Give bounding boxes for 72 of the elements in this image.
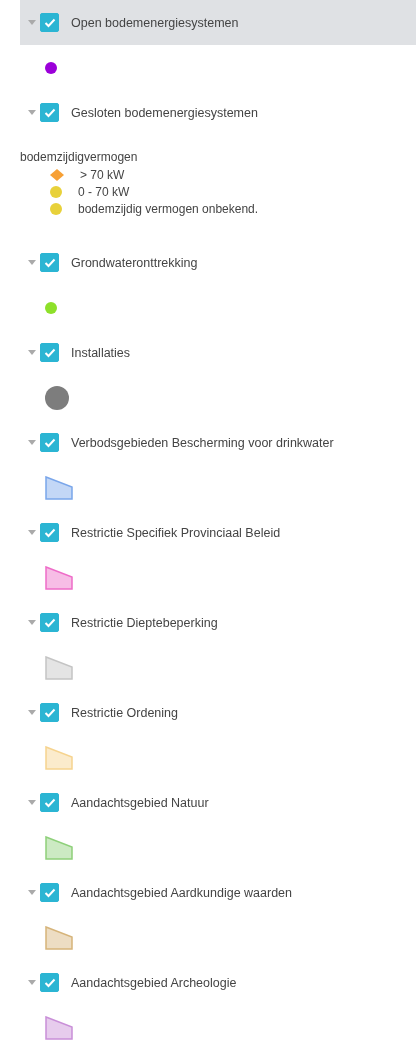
polygon-symbol	[45, 475, 73, 500]
polygon-symbol	[45, 745, 73, 770]
caret-icon[interactable]	[28, 980, 36, 985]
diamond-symbol	[50, 168, 64, 181]
polygon-symbol	[45, 565, 73, 590]
check-icon	[43, 797, 56, 808]
dot-symbol	[45, 301, 57, 314]
layer-name: Aandachtsgebied Natuur	[71, 795, 209, 810]
layer-name: Gesloten bodemenergiesystemen	[71, 105, 258, 120]
check-icon	[43, 107, 56, 118]
layer-row[interactable]: Gesloten bodemenergiesystemen	[20, 90, 416, 135]
checkbox[interactable]	[40, 793, 59, 812]
dot-symbol	[45, 61, 57, 74]
layer-row[interactable]: Restrictie Specifiek Provinciaal Beleid	[20, 510, 416, 555]
layer-name: Open bodemenergiesystemen	[71, 15, 239, 30]
check-icon	[43, 527, 56, 538]
checkbox[interactable]	[40, 253, 59, 272]
caret-icon[interactable]	[28, 800, 36, 805]
checkbox[interactable]	[40, 13, 59, 32]
layer-name: Restrictie Specifiek Provinciaal Beleid	[71, 525, 281, 540]
legend-label: bodemzijdig vermogen onbekend.	[78, 201, 259, 216]
check-icon	[43, 977, 56, 988]
layer-row[interactable]: Open bodemenergiesystemen	[20, 0, 416, 45]
check-icon	[43, 437, 56, 448]
checkbox[interactable]	[40, 103, 59, 122]
layer-row[interactable]: Installaties	[20, 330, 416, 375]
checkbox[interactable]	[40, 343, 59, 362]
checkbox[interactable]	[40, 523, 59, 542]
checkbox[interactable]	[40, 613, 59, 632]
layer-name: Restrictie Dieptebeperking	[71, 615, 218, 630]
check-icon	[43, 347, 56, 358]
caret-icon[interactable]	[28, 710, 36, 715]
layer-name: Aandachtsgebied Archeologie	[71, 975, 237, 990]
layer-row[interactable]: Aandachtsgebied Aardkundige waarden	[20, 870, 416, 915]
polygon-symbol	[45, 925, 73, 950]
layer-row[interactable]: Aandachtsgebied Natuur	[20, 780, 416, 825]
dot-symbol	[50, 202, 62, 215]
layer-row[interactable]: Verbodsgebieden Bescherming voor drinkwater	[20, 420, 416, 465]
circle-symbol	[45, 385, 69, 410]
dot-symbol	[50, 185, 62, 198]
caret-icon[interactable]	[28, 260, 36, 265]
layer-name: Restrictie Ordening	[71, 705, 178, 720]
layer-row[interactable]: Grondwateronttrekking	[20, 240, 416, 285]
caret-icon[interactable]	[28, 890, 36, 895]
layer-name: Installaties	[71, 345, 131, 360]
legend-label: 0 - 70 kW	[78, 184, 130, 199]
legend-heading: bodemzijdigvermogen	[20, 149, 138, 166]
layer-name: Aandachtsgebied Aardkundige waarden	[71, 885, 292, 900]
caret-icon[interactable]	[28, 350, 36, 355]
layer-row[interactable]: Aandachtsgebied Archeologie	[20, 960, 416, 1005]
checkbox[interactable]	[40, 433, 59, 452]
checkbox[interactable]	[40, 703, 59, 722]
layer-name: Verbodsgebieden Bescherming voor drinkwater	[71, 435, 334, 450]
legend-label: > 70 kW	[80, 167, 125, 182]
check-icon	[43, 887, 56, 898]
layer-name: Grondwateronttrekking	[71, 255, 198, 270]
polygon-symbol	[45, 835, 73, 860]
polygon-symbol	[45, 655, 73, 680]
checkbox[interactable]	[40, 973, 59, 992]
checkbox[interactable]	[40, 883, 59, 902]
check-icon	[43, 17, 56, 28]
caret-icon[interactable]	[28, 440, 36, 445]
caret-icon[interactable]	[28, 530, 36, 535]
check-icon	[43, 617, 56, 628]
layer-row[interactable]: Restrictie Dieptebeperking	[20, 600, 416, 645]
caret-icon[interactable]	[28, 110, 36, 115]
check-icon	[43, 707, 56, 718]
caret-icon[interactable]	[28, 20, 36, 25]
check-icon	[43, 257, 56, 268]
polygon-symbol	[45, 1015, 73, 1040]
layer-row[interactable]: Restrictie Ordening	[20, 690, 416, 735]
caret-icon[interactable]	[28, 620, 36, 625]
